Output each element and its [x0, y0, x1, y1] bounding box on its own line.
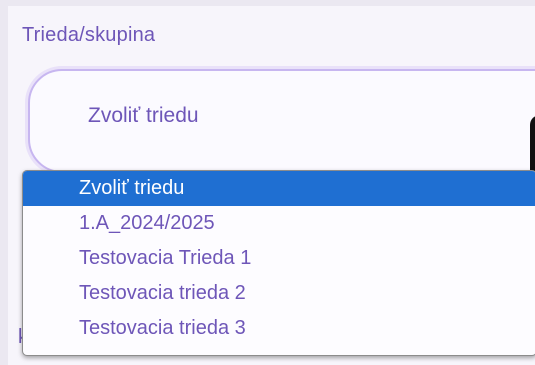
- dropdown-option[interactable]: Zvoliť triedu: [23, 171, 535, 206]
- dropdown-option[interactable]: Testovacia trieda 3: [23, 311, 535, 346]
- dropdown-option[interactable]: Testovacia trieda 2: [23, 276, 535, 311]
- class-dropdown-list[interactable]: Zvoliť triedu 1.A_2024/2025 Testovacia T…: [22, 170, 535, 356]
- dropdown-option[interactable]: Testovacia Trieda 1: [23, 241, 535, 276]
- class-select-value: Zvoliť triedu: [88, 104, 199, 127]
- page: Trieda/skupina Zvoliť triedu k Zvoliť tr…: [0, 0, 535, 365]
- class-select[interactable]: Zvoliť triedu: [28, 69, 535, 173]
- dropdown-option[interactable]: 1.A_2024/2025: [23, 206, 535, 241]
- class-group-label: Trieda/skupina: [22, 24, 156, 46]
